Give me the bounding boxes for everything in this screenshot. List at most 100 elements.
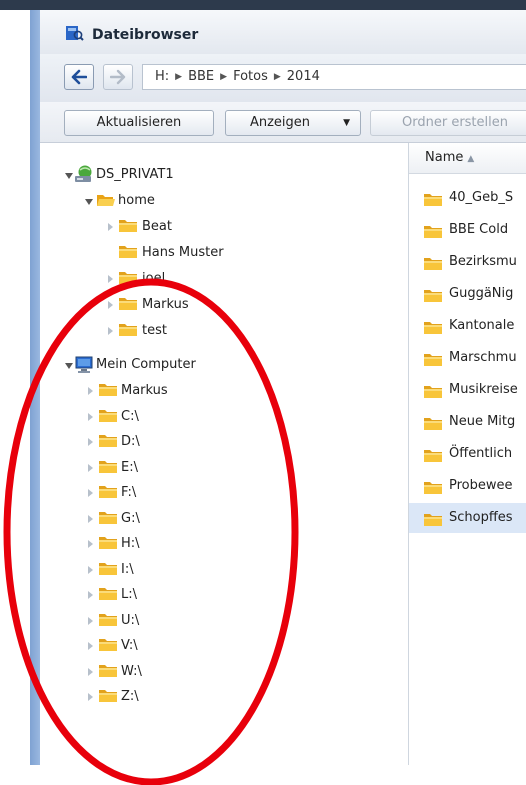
column-header-name[interactable]: Name ▲ [409, 143, 526, 174]
tree-node-label: Beat [142, 219, 172, 234]
expand-toggle-icon[interactable] [88, 540, 93, 548]
expand-toggle-icon[interactable] [88, 642, 93, 650]
folder-icon [118, 218, 138, 234]
expand-toggle-icon[interactable] [88, 565, 93, 574]
tree-node-label: Mein Computer [96, 357, 196, 372]
expand-toggle-icon[interactable] [88, 514, 93, 523]
file-name: Musikreise [449, 382, 518, 397]
expand-toggle-icon[interactable] [88, 693, 93, 701]
tree-node-label: E:\ [121, 459, 138, 475]
caret-down-icon: ▼ [343, 118, 350, 128]
path-breadcrumb[interactable]: H: ▶ BBE ▶ Fotos ▶ 2014 [142, 64, 526, 90]
folder-tree: DS_PRIVAT1 home Beat Hans Muster joel Marku… [40, 143, 408, 765]
expand-toggle-icon[interactable] [88, 412, 93, 421]
title-bar: Dateibrowser [40, 10, 526, 55]
path-segment[interactable]: BBE [188, 69, 214, 84]
toolbar: Aktualisieren Anzeigen ▼ Ordner erstelle… [40, 102, 526, 143]
expand-toggle-icon[interactable] [65, 363, 73, 369]
expand-toggle-icon[interactable] [88, 438, 93, 446]
folder-icon [98, 484, 118, 500]
expand-toggle-icon[interactable] [88, 591, 93, 599]
file-list-row[interactable]: Marschmu [409, 343, 526, 373]
column-header-label: Name [425, 150, 464, 165]
navigation-bar: H: ▶ BBE ▶ Fotos ▶ 2014 [40, 54, 526, 103]
file-list-row[interactable]: Neue Mitg [409, 407, 526, 437]
folder-icon [118, 244, 138, 260]
create-folder-button[interactable]: Ordner erstellen [370, 110, 526, 136]
view-dropdown-label: Anzeigen [249, 115, 311, 130]
tree-node-label: test [142, 323, 167, 338]
folder-icon [118, 296, 138, 312]
file-browser-window: Dateibrowser H: ▶ BBE ▶ Fotos ▶ 2014 Aktualisi… [40, 10, 526, 765]
folder-icon [118, 270, 138, 286]
expand-toggle-icon[interactable] [108, 223, 113, 231]
folder-icon [98, 688, 118, 704]
file-name: Neue Mitg [449, 414, 516, 429]
network-drive-icon [74, 165, 94, 182]
file-list-row[interactable]: Musikreise [409, 375, 526, 405]
path-segment[interactable]: H: [155, 69, 169, 84]
tree-node-label: G:\ [121, 510, 140, 526]
expand-toggle-icon[interactable] [88, 463, 93, 472]
folder-icon [98, 535, 118, 551]
folder-icon [98, 637, 118, 653]
expand-toggle-icon[interactable] [108, 275, 113, 283]
tree-node-label: home [118, 193, 155, 208]
tree-node-label: H:\ [121, 536, 140, 551]
file-list-row[interactable]: 40_Geb_S [409, 183, 526, 213]
folder-icon [423, 222, 443, 238]
file-list-row[interactable]: Kantonale [409, 311, 526, 341]
expand-toggle-icon[interactable] [108, 301, 113, 309]
folder-icon [423, 446, 443, 462]
folder-icon [423, 190, 443, 206]
tree-node-label: joel [142, 271, 166, 286]
folder-icon [423, 510, 443, 526]
expand-toggle-icon[interactable] [88, 489, 93, 497]
folder-icon [98, 612, 118, 628]
file-list-row[interactable]: GuggäNig [409, 279, 526, 309]
expand-toggle-icon[interactable] [108, 327, 113, 335]
path-separator-icon: ▶ [220, 72, 228, 82]
tree-node-label: Markus [121, 383, 168, 398]
expand-toggle-icon[interactable] [85, 199, 93, 205]
arrow-left-icon [71, 69, 87, 85]
refresh-button[interactable]: Aktualisieren [64, 110, 214, 136]
back-button[interactable] [64, 64, 94, 90]
path-separator-icon: ▶ [175, 72, 183, 82]
folder-icon [98, 663, 118, 679]
expand-toggle-icon[interactable] [65, 173, 73, 179]
view-dropdown-button[interactable]: Anzeigen ▼ [225, 110, 361, 136]
folder-icon [98, 382, 118, 398]
path-segment[interactable]: Fotos [233, 69, 268, 84]
tree-node-label: Markus [142, 297, 189, 312]
tree-node-label: V:\ [121, 638, 138, 653]
folder-icon [98, 408, 118, 424]
forward-button[interactable] [103, 64, 133, 90]
tree-node-label: F:\ [121, 485, 137, 500]
tree-node-label: L:\ [121, 587, 138, 602]
folder-icon [98, 459, 118, 475]
folder-icon [423, 382, 443, 398]
window-left-frame [30, 10, 40, 765]
top-dark-bar [0, 0, 526, 10]
file-list-row[interactable]: BBE Cold [409, 215, 526, 245]
expand-toggle-icon[interactable] [88, 387, 93, 395]
file-list-row[interactable]: Öffentlich [409, 439, 526, 469]
sort-ascending-icon: ▲ [467, 154, 475, 164]
file-list-row[interactable]: Bezirksmu [409, 247, 526, 277]
path-segment[interactable]: 2014 [287, 69, 320, 84]
folder-icon [98, 561, 118, 577]
expand-toggle-icon[interactable] [88, 667, 93, 676]
file-list-row[interactable]: Schopffes [409, 503, 526, 533]
folder-icon [423, 478, 443, 494]
window-title: Dateibrowser [92, 27, 199, 43]
file-name: GuggäNig [449, 286, 514, 301]
computer-icon [74, 356, 94, 373]
expand-toggle-icon[interactable] [88, 616, 93, 625]
file-name: 40_Geb_S [449, 190, 514, 205]
file-list-row[interactable]: Probewee [409, 471, 526, 501]
tree-node-label: Hans Muster [142, 245, 224, 260]
file-name: Schopffes [449, 510, 513, 525]
folder-open-icon [96, 192, 116, 208]
file-name: Bezirksmu [449, 254, 517, 269]
